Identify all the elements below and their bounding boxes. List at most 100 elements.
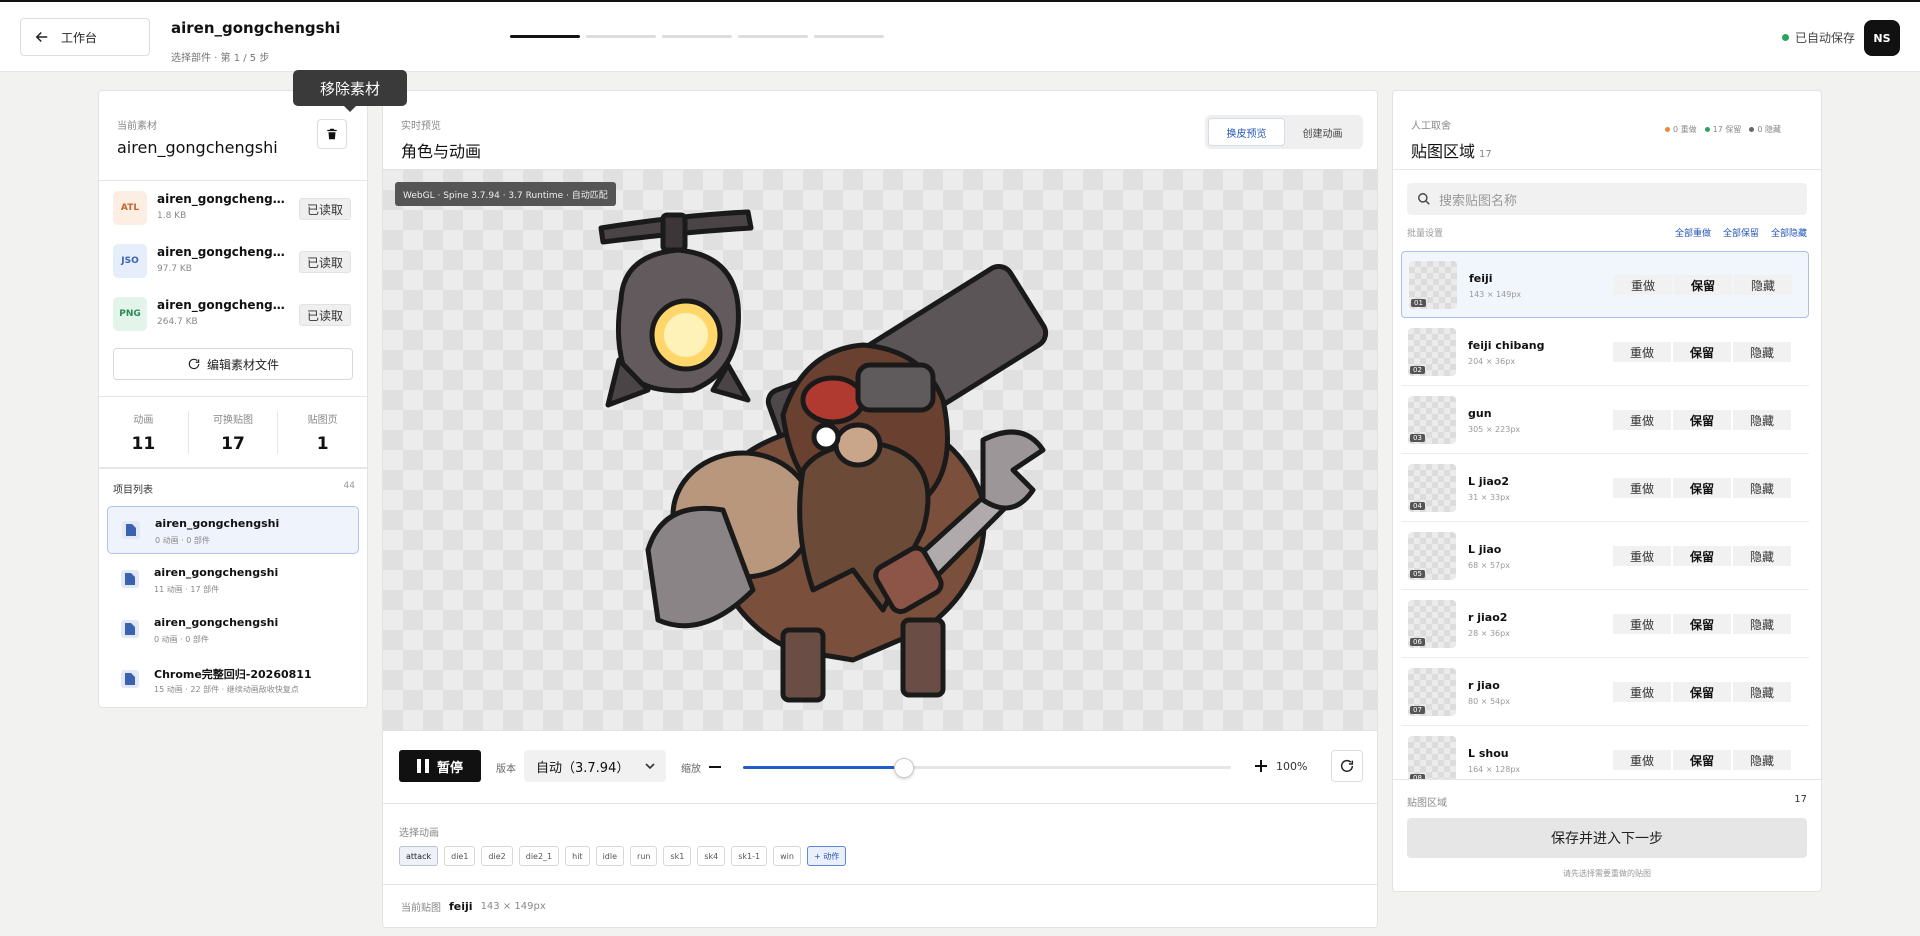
hide-button[interactable]: 隐藏 <box>1733 478 1791 498</box>
hide-button[interactable]: 隐藏 <box>1734 275 1792 295</box>
file-type-icon: ATL <box>113 191 147 225</box>
animation-chip[interactable]: run <box>630 846 658 866</box>
texture-thumbnail: 07 <box>1408 668 1456 716</box>
remove-asset-button[interactable] <box>317 119 347 149</box>
animation-chip[interactable]: sk1-1 <box>731 846 768 866</box>
animation-chip[interactable]: win <box>773 846 801 866</box>
redo-button[interactable]: 重做 <box>1613 614 1671 634</box>
redo-button[interactable]: 重做 <box>1613 410 1671 430</box>
animation-selector: 选择动画 attack die1 die2 die2_1 hit idle run sk1 sk… <box>383 803 1377 885</box>
keep-button[interactable]: 保留 <box>1673 546 1731 566</box>
remove-asset-tooltip: 移除素材 <box>293 70 407 112</box>
texture-search-input[interactable]: 搜索贴图名称 <box>1407 183 1807 215</box>
texture-row[interactable]: 05 L jiao 68 × 57px 重做 保留 隐藏 <box>1401 523 1809 590</box>
hide-button[interactable]: 隐藏 <box>1733 546 1791 566</box>
save-hint: 请先选择需要重做的贴图 <box>1563 869 1651 878</box>
keep-button[interactable]: 保留 <box>1673 614 1731 634</box>
current-asset-label: 当前素材 <box>117 121 157 132</box>
redo-button[interactable]: 重做 <box>1613 750 1671 770</box>
texture-panel: 人工取舍 贴图区域 17 0 重做 17 保留 0 隐藏 搜索贴图名称 批量设置 … <box>1392 90 1822 892</box>
pause-button[interactable]: 暂停 <box>399 750 481 782</box>
zoom-out-icon[interactable] <box>709 766 721 768</box>
keep-button[interactable]: 保留 <box>1673 410 1731 430</box>
project-item[interactable]: airen_gongchengshi 0 动画 · 0 部件 <box>107 606 359 654</box>
redo-all-link[interactable]: 全部重做 <box>1675 226 1711 239</box>
keep-button[interactable]: 保留 <box>1673 750 1731 770</box>
redo-button[interactable]: 重做 <box>1613 342 1671 362</box>
add-animation-button[interactable]: + 动作 <box>806 846 847 866</box>
texture-row[interactable]: 07 r jiao 80 × 54px 重做 保留 隐藏 <box>1401 659 1809 726</box>
stat-pages: 贴图页 1 <box>307 415 338 454</box>
tab-create-animation[interactable]: 创建动画 <box>1285 118 1360 146</box>
hide-button[interactable]: 隐藏 <box>1733 614 1791 634</box>
hide-button[interactable]: 隐藏 <box>1733 342 1791 362</box>
tab-skin-preview[interactable]: 换皮预览 <box>1208 118 1285 146</box>
zoom-slider-handle[interactable] <box>894 758 915 778</box>
animation-chip[interactable]: die2 <box>481 846 513 866</box>
preview-canvas[interactable]: WebGL · Spine 3.7.94 · 3.7 Runtime · 自动匹… <box>383 169 1377 731</box>
animation-chip[interactable]: attack <box>399 846 439 866</box>
decision-legend: 0 重做 17 保留 0 隐藏 <box>1665 124 1781 135</box>
texture-row[interactable]: 03 gun 305 × 223px 重做 保留 隐藏 <box>1401 387 1809 454</box>
asset-stats: 动画 11 可换贴图 17 贴图页 1 <box>99 411 367 454</box>
hide-button[interactable]: 隐藏 <box>1733 682 1791 702</box>
texture-size: 164 × 128px <box>1468 765 1521 774</box>
hide-button[interactable]: 隐藏 <box>1733 410 1791 430</box>
step-subtitle: 选择部件 · 第 1 / 5 步 <box>171 53 270 64</box>
texture-row[interactable]: 06 r jiao2 28 × 36px 重做 保留 隐藏 <box>1401 591 1809 658</box>
texture-row[interactable]: 02 feiji chibang 204 × 36px 重做 保留 隐藏 <box>1401 319 1809 386</box>
keep-button[interactable]: 保留 <box>1674 275 1732 295</box>
zoom-slider[interactable] <box>743 758 1231 778</box>
preview-mode-toggle: 换皮预览 创建动画 <box>1205 115 1363 149</box>
edit-asset-files-button[interactable]: 编辑素材文件 <box>113 348 353 380</box>
redo-button[interactable]: 重做 <box>1613 682 1671 702</box>
zoom-in-icon[interactable] <box>1253 758 1269 774</box>
keep-button[interactable]: 保留 <box>1673 478 1731 498</box>
animation-chip[interactable]: die2_1 <box>518 846 560 866</box>
texture-name: L shou <box>1468 747 1509 760</box>
preview-title: 角色与动画 <box>401 142 482 161</box>
hide-all-link[interactable]: 全部隐藏 <box>1771 226 1807 239</box>
current-texture: 当前贴图 feiji 143 × 149px <box>401 899 546 914</box>
redo-button[interactable]: 重做 <box>1613 478 1671 498</box>
texture-thumbnail: 01 <box>1409 261 1457 309</box>
keep-button[interactable]: 保留 <box>1673 342 1731 362</box>
project-item[interactable]: airen_gongchengshi 11 动画 · 17 部件 <box>107 556 359 604</box>
texture-name: r jiao <box>1468 679 1500 692</box>
texture-name: feiji chibang <box>1468 339 1545 352</box>
texture-row[interactable]: 04 L jiao2 31 × 33px 重做 保留 隐藏 <box>1401 455 1809 522</box>
document-icon <box>121 570 139 588</box>
animation-chip[interactable]: sk4 <box>697 846 726 866</box>
autosave-status: 已自动保存 <box>1782 29 1855 46</box>
back-to-workbench-button[interactable]: 工作台 <box>20 18 150 56</box>
animation-chip[interactable]: hit <box>565 846 590 866</box>
search-icon <box>1418 193 1430 205</box>
bulk-settings: 批量设置 全部重做 全部保留 全部隐藏 <box>1407 226 1807 239</box>
texture-panel-label: 人工取舍 <box>1411 121 1451 132</box>
file-row-png: PNG airen_gongchengshi.png 264.7 KB 已读取 <box>113 291 357 335</box>
texture-row[interactable]: 01 feiji 143 × 149px 重做 保留 隐藏 <box>1401 251 1809 318</box>
texture-count: 17 <box>1479 149 1492 160</box>
project-item[interactable]: Chrome完整回归-20260811 15 动画 · 22 部件 · 继续动画… <box>107 656 359 704</box>
project-list-label: 项目列表 <box>113 485 153 496</box>
project-item[interactable]: airen_gongchengshi 0 动画 · 0 部件 <box>107 506 359 554</box>
redo-button[interactable]: 重做 <box>1613 546 1671 566</box>
keep-button[interactable]: 保留 <box>1673 682 1731 702</box>
animation-chip[interactable]: die1 <box>444 846 476 866</box>
reset-view-button[interactable] <box>1331 750 1363 782</box>
version-label: 版本 <box>496 764 516 775</box>
current-texture-name: feiji <box>449 900 473 913</box>
animation-chip[interactable]: sk1 <box>663 846 692 866</box>
texture-row[interactable]: 08 L shou 164 × 128px 重做 保留 隐藏 <box>1401 727 1809 779</box>
animation-chip[interactable]: idle <box>595 846 625 866</box>
redo-button[interactable]: 重做 <box>1614 275 1672 295</box>
page-title: airen_gongchengshi <box>171 19 341 37</box>
edit-label: 编辑素材文件 <box>206 357 279 372</box>
zoom-label: 缩放 <box>681 764 701 775</box>
hide-button[interactable]: 隐藏 <box>1733 750 1791 770</box>
save-and-next-button[interactable]: 保存并进入下一步 <box>1407 818 1807 858</box>
version-select[interactable]: 自动（3.7.94） <box>524 750 666 782</box>
keep-all-link[interactable]: 全部保留 <box>1723 226 1759 239</box>
texture-size: 31 × 33px <box>1468 493 1510 502</box>
avatar[interactable]: NS <box>1864 20 1900 56</box>
